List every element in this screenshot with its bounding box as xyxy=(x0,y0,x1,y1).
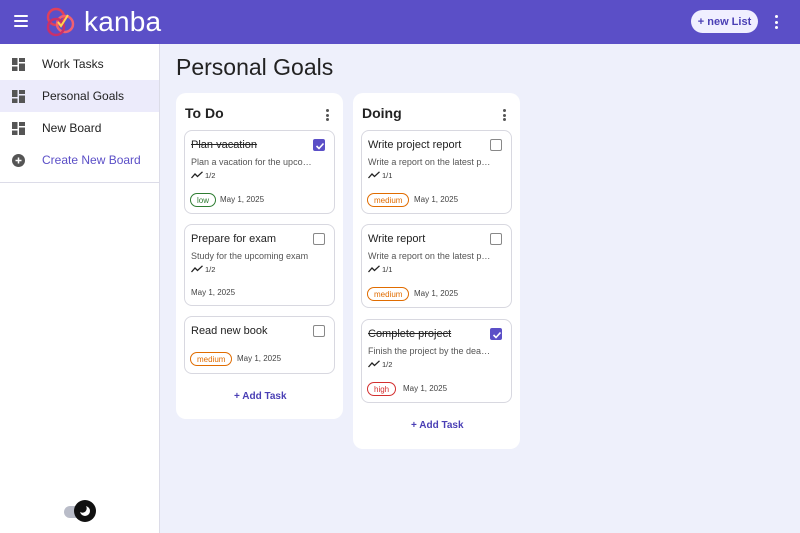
task-checkbox[interactable] xyxy=(490,233,502,245)
task-checkbox[interactable] xyxy=(313,325,325,337)
subtask-progress: 1/2 xyxy=(191,170,215,180)
board-title: Personal Goals xyxy=(176,54,334,80)
due-date: May 1, 2025 xyxy=(220,195,265,204)
task-title: Write report xyxy=(368,233,426,245)
subtask-progress: 1/2 xyxy=(191,264,215,274)
task-card[interactable]: Plan vacation Plan a vacation for the up… xyxy=(184,130,335,214)
dashboard-icon xyxy=(12,58,25,71)
sidebar-item-label: Work Tasks xyxy=(42,57,104,71)
sidebar-divider xyxy=(0,182,159,183)
sidebar: Work Tasks Personal Goals New Board Crea… xyxy=(0,44,160,533)
priority-tag: medium xyxy=(367,287,410,301)
priority-tag: low xyxy=(190,193,217,207)
trending-icon xyxy=(368,360,380,368)
due-date: May 1, 2025 xyxy=(403,384,448,393)
task-title: Complete project xyxy=(368,328,452,340)
task-card[interactable]: Prepare for exam Study for the upcoming … xyxy=(184,224,335,306)
dashboard-icon xyxy=(12,122,25,135)
task-title: Write project report xyxy=(368,139,462,151)
task-title: Read new book xyxy=(191,325,268,337)
task-description: Write a report on the latest project xyxy=(368,157,492,167)
priority-tag: medium xyxy=(367,193,410,207)
add-task-button[interactable]: + Add Task xyxy=(234,391,287,402)
top-app-bar: kanba + new List xyxy=(0,0,800,44)
trending-icon xyxy=(368,265,380,273)
due-date: May 1, 2025 xyxy=(414,289,459,298)
task-checkbox[interactable] xyxy=(313,139,325,151)
subtask-count: 1/2 xyxy=(205,264,216,274)
sidebar-item-work-tasks[interactable]: Work Tasks xyxy=(0,48,159,80)
sidebar-item-label: New Board xyxy=(42,121,102,135)
task-card[interactable]: Read new book medium May 1, 2025 xyxy=(184,316,335,374)
priority-tag: high xyxy=(367,382,397,396)
subtask-count: 1/1 xyxy=(382,170,393,180)
list-column-todo: To Do Plan vacation Plan a vacation for … xyxy=(176,93,343,419)
sidebar-item-label: Personal Goals xyxy=(42,89,125,103)
more-vert-icon[interactable] xyxy=(499,109,509,121)
task-checkbox[interactable] xyxy=(490,139,502,151)
sidebar-item-personal-goals[interactable]: Personal Goals xyxy=(0,80,159,112)
list-column-doing: Doing Write project report Write a repor… xyxy=(353,93,520,449)
subtask-count: 1/1 xyxy=(382,264,393,274)
task-card[interactable]: Write project report Write a report on t… xyxy=(361,130,512,214)
dark-mode-toggle[interactable] xyxy=(62,499,98,523)
dashboard-icon xyxy=(12,90,25,103)
task-card[interactable]: Complete project Finish the project by t… xyxy=(361,319,512,403)
add-circle-icon xyxy=(12,154,25,167)
task-description: Study for the upcoming exam xyxy=(191,251,309,261)
add-task-button[interactable]: + Add Task xyxy=(411,420,464,431)
column-title: Doing xyxy=(362,105,402,121)
task-title: Prepare for exam xyxy=(191,233,276,245)
column-title: To Do xyxy=(185,105,224,121)
subtask-progress: 1/1 xyxy=(368,170,392,180)
trending-icon xyxy=(368,171,380,179)
due-date: May 1, 2025 xyxy=(414,195,459,204)
subtask-count: 1/2 xyxy=(205,170,216,180)
task-description: Finish the project by the deadline xyxy=(368,346,492,356)
task-description: Plan a vacation for the upcoming holiday… xyxy=(191,157,315,167)
sidebar-item-label: Create New Board xyxy=(42,153,141,167)
sidebar-item-new-board[interactable]: New Board xyxy=(0,112,159,144)
trending-icon xyxy=(191,265,203,273)
toggle-thumb xyxy=(74,500,96,522)
kanba-logo xyxy=(46,7,75,37)
priority-tag: medium xyxy=(190,352,233,366)
brand-name: kanba xyxy=(84,6,162,37)
more-vert-icon[interactable] xyxy=(771,15,781,29)
task-description: Write a report on the latest project xyxy=(368,251,492,261)
trending-icon xyxy=(191,171,203,179)
subtask-progress: 1/2 xyxy=(368,359,392,369)
task-title: Plan vacation xyxy=(191,139,258,151)
subtask-progress: 1/1 xyxy=(368,264,392,274)
more-vert-icon[interactable] xyxy=(322,109,332,121)
sidebar-item-create-new-board[interactable]: Create New Board xyxy=(0,144,159,176)
subtask-count: 1/2 xyxy=(382,359,393,369)
new-list-button[interactable]: + new List xyxy=(691,10,758,33)
task-checkbox[interactable] xyxy=(490,328,502,340)
due-date: May 1, 2025 xyxy=(237,354,282,363)
hamburger-icon[interactable] xyxy=(14,15,28,27)
moon-icon xyxy=(78,504,90,516)
task-checkbox[interactable] xyxy=(313,233,325,245)
due-date: May 1, 2025 xyxy=(191,288,236,297)
task-card[interactable]: Write report Write a report on the lates… xyxy=(361,224,512,308)
